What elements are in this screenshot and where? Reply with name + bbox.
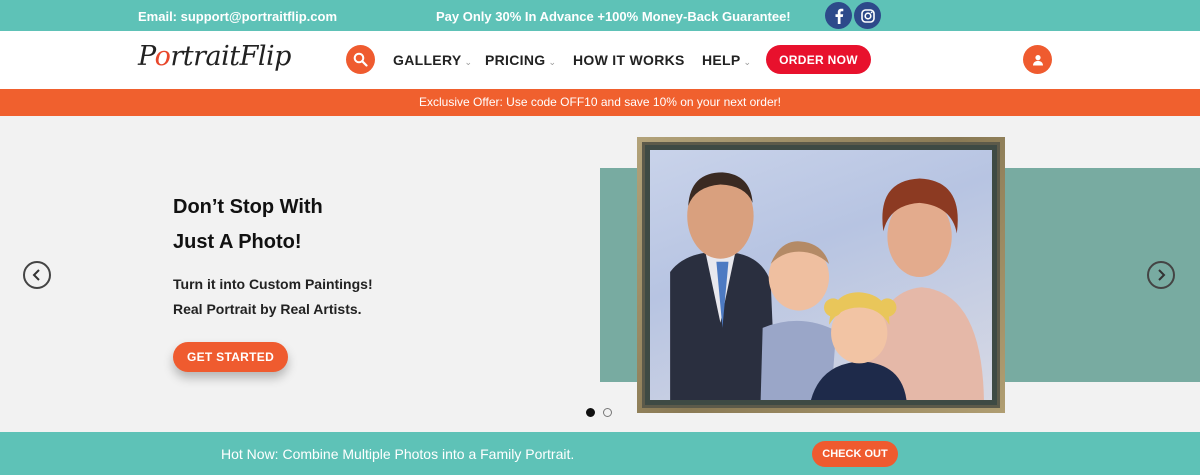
hero-subtitle: Turn it into Custom Paintings! Real Port… [173,272,433,322]
search-icon [353,52,368,67]
offer-text: Exclusive Offer: Use code OFF10 and save… [419,95,781,109]
frame-inner [642,142,1000,408]
chevron-down-icon: ⌄ [743,57,752,67]
hero-slider: Don’t Stop With Just A Photo! Turn it in… [0,116,1200,432]
hero-title-line-1: Don’t Stop With [173,196,323,218]
slider-dot[interactable] [586,408,595,417]
family-portrait-painting [650,150,992,400]
slider-dot[interactable] [603,408,612,417]
nav-pricing[interactable]: PRICING ⌄ [485,52,556,68]
chevron-down-icon: ⌄ [548,57,557,67]
logo-text-2: rtraitFlip [170,41,291,72]
slider-prev-button[interactable] [23,261,51,289]
order-now-button[interactable]: ORDER NOW [766,45,871,74]
check-out-button[interactable]: CHECK OUT [812,441,898,467]
nav-gallery[interactable]: GALLERY ⌄ [393,52,472,68]
chevron-left-icon [32,269,40,281]
promo-text: Pay Only 30% In Advance +100% Money-Back… [436,9,791,24]
hero-title-line-2: Just A Photo! [173,231,302,253]
logo-text-1: P [138,41,155,72]
bottom-promo-bar: Hot Now: Combine Multiple Photos into a … [0,432,1200,475]
portrait-illustration [670,172,984,400]
search-button[interactable] [346,45,375,74]
main-header: PortraitFlip GALLERY ⌄ PRICING ⌄ HOW IT WO… [0,31,1200,89]
portrait-frame [637,137,1005,413]
get-started-button[interactable]: GET STARTED [173,342,288,372]
nav-how-it-works-label: HOW IT WORKS [573,52,685,68]
chevron-right-icon [1158,269,1166,281]
hero-subtitle-line-1: Turn it into Custom Paintings! [173,276,373,292]
offer-banner: Exclusive Offer: Use code OFF10 and save… [0,89,1200,116]
slider-next-button[interactable] [1147,261,1175,289]
hero-subtitle-line-2: Real Portrait by Real Artists. [173,301,362,317]
logo-text-dot: o [154,41,171,72]
nav-gallery-label: GALLERY [393,52,462,68]
chevron-down-icon: ⌄ [464,57,473,67]
account-button[interactable] [1023,45,1052,74]
slider-pagination [586,408,612,417]
facebook-icon[interactable] [825,2,852,29]
instagram-icon[interactable] [854,2,881,29]
top-bar: Email: support@portraitflip.com Pay Only… [0,0,1200,31]
support-email[interactable]: Email: support@portraitflip.com [138,9,337,24]
nav-help[interactable]: HELP ⌄ [702,52,751,68]
site-logo[interactable]: PortraitFlip [138,41,291,72]
bottom-promo-text: Hot Now: Combine Multiple Photos into a … [221,446,575,462]
nav-pricing-label: PRICING [485,52,546,68]
nav-help-label: HELP [702,52,741,68]
nav-how-it-works[interactable]: HOW IT WORKS [573,52,685,68]
hero-title: Don’t Stop With Just A Photo! [173,190,433,260]
user-icon [1032,54,1043,65]
